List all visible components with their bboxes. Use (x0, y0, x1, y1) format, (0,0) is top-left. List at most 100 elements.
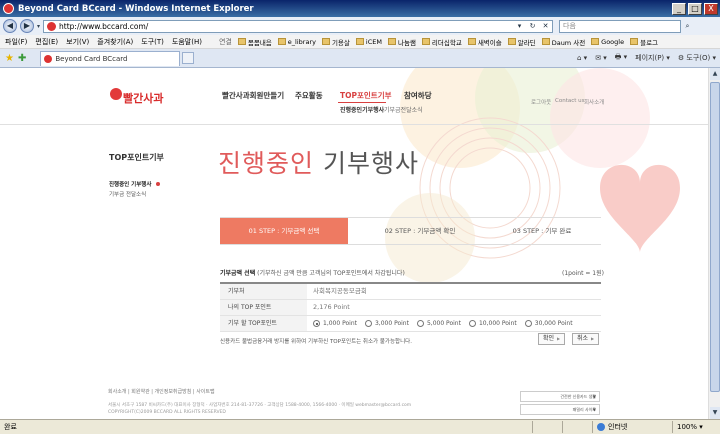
links-label: 연결 (218, 37, 232, 46)
footer-links[interactable]: 회사소개 | 회원약관 | 개인정보취급방침 | 사이트맵 (108, 388, 215, 395)
link-3[interactable]: iCEM (355, 38, 382, 46)
amount-radio-group: 1,000 Point 3,000 Point 5,000 Point 10,0… (313, 316, 581, 331)
cancel-button[interactable]: 취소 ▶ (572, 333, 600, 345)
lnb-active-dot (156, 182, 160, 186)
footer-select-credit[interactable]: 건전한 신용카드 생활 ▼ (520, 391, 600, 402)
scrollbar-thumb[interactable] (710, 82, 720, 392)
new-tab-button[interactable] (182, 52, 195, 64)
link-6[interactable]: 새벽이슬 (467, 37, 502, 47)
link-2[interactable]: 기용살 (321, 37, 350, 47)
gnb-member[interactable]: 빨간사과회원만들기 (222, 90, 284, 101)
amount-option-5000[interactable]: 5,000 Point (416, 320, 461, 327)
menu-view[interactable]: 보기(V) (66, 37, 89, 47)
url-text[interactable]: http://www.bccard.com/ (59, 22, 513, 31)
amount-label: 기부 할 TOP포인트 (220, 316, 307, 331)
subnav-delivered[interactable]: 기부금전달소식 (384, 105, 423, 114)
add-favorite-icon[interactable]: ✚ (18, 53, 26, 64)
step-3: 03 STEP : 기부 완료 (512, 227, 572, 235)
address-input[interactable]: http://www.bccard.com/ ▾ ↻ ✕ (43, 19, 554, 33)
minimize-button[interactable]: _ (672, 2, 686, 15)
menu-file[interactable]: 파일(F) (5, 37, 27, 47)
subnav-ongoing[interactable]: 진행중인기부행사 (340, 105, 384, 114)
page-title-rest: 기부행사 (314, 149, 419, 178)
footer-address: 서울시 서초구 1587 비씨카드(주) 대표이사 장형덕 · 사업자번호 21… (108, 403, 412, 415)
menu-help[interactable]: 도움말(H) (172, 37, 202, 47)
menu-favorites[interactable]: 즐겨찾기(A) (97, 37, 133, 47)
step-2: 02 STEP : 기부금액 확인 (384, 227, 456, 235)
folder-icon (591, 38, 600, 45)
link-8[interactable]: Daum 사전 (541, 37, 585, 47)
link-4[interactable]: 나눔쌤 (387, 37, 416, 47)
folder-icon (321, 38, 330, 45)
zoom-level[interactable]: 100% ▾ (672, 421, 720, 433)
scroll-up-icon[interactable]: ▲ (710, 68, 720, 80)
window-titlebar: Beyond Card BCcard - Windows Internet Ex… (0, 0, 720, 17)
row-my-points: 나의 TOP 포인트 2,176 Point (220, 300, 601, 316)
radio-icon[interactable] (416, 320, 424, 327)
link-1[interactable]: e_library (277, 38, 316, 46)
forward-button[interactable]: ▶ (20, 19, 34, 33)
feeds-button[interactable]: ✉ ▾ (595, 54, 607, 62)
folder-icon (355, 38, 364, 45)
confirm-button[interactable]: 확인 ▶ (538, 333, 566, 345)
menu-tools[interactable]: 도구(T) (141, 37, 164, 47)
status-bar: 완료 인터넷 100% ▾ (0, 419, 720, 434)
radio-icon[interactable] (524, 320, 532, 327)
page-menu-button[interactable]: 페이지(P) ▾ (635, 53, 670, 63)
lnb-item-ongoing[interactable]: 진행중인 기부행사 (109, 180, 151, 188)
link-10[interactable]: 블로그 (630, 37, 658, 47)
refresh-icon[interactable]: ↻ (526, 20, 539, 33)
maximize-button[interactable]: □ (688, 2, 702, 15)
link-9[interactable]: Google (591, 38, 624, 46)
org-value: 사회복지공동모금회 (313, 287, 367, 295)
radio-icon[interactable] (468, 320, 476, 327)
globe-icon (597, 423, 605, 431)
header-divider (0, 124, 708, 125)
lnb-item-delivered[interactable]: 기부금 전달소식 (109, 190, 146, 198)
folder-icon (467, 38, 476, 45)
menu-edit[interactable]: 편집(E) (35, 37, 58, 47)
folder-icon (630, 38, 639, 45)
section-title: 기부금액 선택 (기부하신 금액 만큼 고객님의 TOP포인트에서 차감됩니다) (220, 268, 405, 277)
gnb-participate[interactable]: 참여하당 (404, 90, 432, 101)
command-bar: ⌂ ▾ ✉ ▾ 🖶 ▾ 페이지(P) ▾ ⚙ 도구(O) ▾ (569, 53, 720, 64)
home-button[interactable]: ⌂ ▾ (577, 54, 587, 62)
row-donate-amount: 기부 할 TOP포인트 1,000 Point 3,000 Point 5,00… (220, 316, 601, 332)
tools-menu-button[interactable]: ⚙ 도구(O) ▾ (678, 53, 716, 63)
history-dropdown[interactable]: ▾ (37, 23, 40, 30)
link-7[interactable]: 알라딘 (507, 37, 536, 47)
footer-select-family[interactable]: 패밀리 사이트 ▼ (520, 404, 600, 415)
stop-icon[interactable]: ✕ (539, 20, 552, 33)
folder-icon (277, 38, 286, 45)
search-icon[interactable]: ⌕ (681, 20, 694, 33)
contact-link[interactable]: Contact us (555, 98, 585, 104)
link-5[interactable]: 리더십학교 (421, 37, 462, 47)
radio-icon[interactable] (364, 320, 372, 327)
scroll-down-icon[interactable]: ▼ (710, 407, 720, 419)
amount-option-10000[interactable]: 10,000 Point (468, 320, 517, 327)
logo-text: 빨간사과 (123, 92, 164, 105)
print-button[interactable]: 🖶 ▾ (615, 53, 627, 64)
logout-link[interactable]: 로그아웃 (531, 98, 551, 106)
status-text: 완료 (4, 423, 17, 431)
url-dropdown-icon[interactable]: ▾ (513, 20, 526, 33)
folder-icon (421, 38, 430, 45)
amount-option-30000[interactable]: 30,000 Point (524, 320, 573, 327)
search-input[interactable]: 다음 (559, 19, 682, 33)
back-button[interactable]: ◀ (3, 19, 17, 33)
amount-option-1000[interactable]: 1,000 Point (313, 320, 357, 327)
page-icon (47, 21, 57, 31)
favorites-star-icon[interactable]: ★ (5, 53, 14, 64)
gnb-top-point-donation[interactable]: TOP포인트기부 (340, 90, 392, 101)
row-organization: 기부처 사회복지공동모금회 (220, 284, 601, 300)
vertical-scrollbar[interactable]: ▲ ▼ (708, 68, 720, 419)
gnb-activities[interactable]: 주요활동 (295, 90, 323, 101)
page-title-highlight: 진행중인 (218, 149, 315, 178)
tab-bccard[interactable]: Beyond Card BCcard (40, 50, 181, 66)
amount-option-3000[interactable]: 3,000 Point (364, 320, 409, 327)
close-button[interactable]: X (704, 2, 718, 15)
radio-icon[interactable] (313, 320, 320, 327)
site-logo[interactable]: 빨간사과 (110, 86, 170, 106)
link-0[interactable]: 몸몸내음 (237, 37, 272, 47)
about-link[interactable]: 회사소개 (584, 98, 604, 106)
